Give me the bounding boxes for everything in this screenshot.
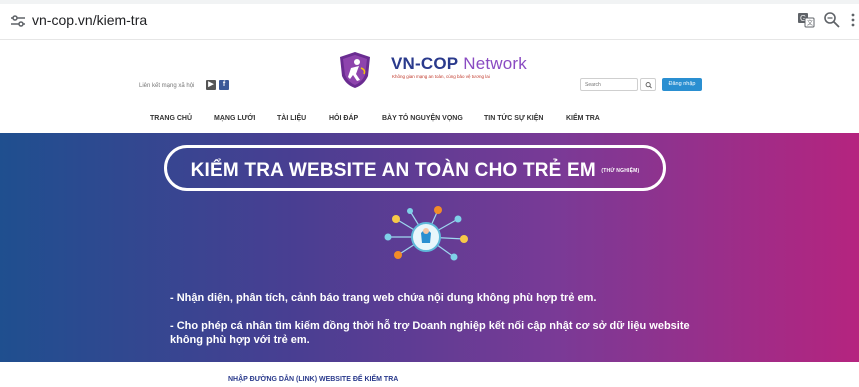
nav-item-news[interactable]: TIN TỨC SỰ KIỆN xyxy=(484,115,543,122)
translate-icon[interactable]: G 文 xyxy=(797,11,815,29)
search-icon xyxy=(645,82,652,89)
site-header: Liên kết mạng xã hội ▶ f VN-COP Network … xyxy=(0,40,859,138)
youtube-icon[interactable]: ▶ xyxy=(206,80,216,90)
nav-item-documents[interactable]: TÀI LIỆU xyxy=(277,115,306,122)
zoom-icon[interactable] xyxy=(823,11,841,29)
nav-item-check[interactable]: KIỂM TRA xyxy=(566,115,600,122)
check-url-label: NHẬP ĐƯỜNG DẪN (LINK) WEBSITE ĐỂ KIỂM TR… xyxy=(228,376,399,383)
hero-title-note: (THỬ NGHIỆM) xyxy=(601,167,640,174)
browser-address-bar: vn-cop.vn/kiem-tra G 文 xyxy=(0,0,859,40)
nav-item-network[interactable]: MẠNG LƯỚI xyxy=(214,115,255,122)
url-field[interactable]: vn-cop.vn/kiem-tra xyxy=(32,12,147,28)
brand-name-main: VN-COP xyxy=(391,54,459,73)
brand-tagline: Không gian mạng an toàn, cùng bảo vệ tươ… xyxy=(392,74,490,79)
tune-icon[interactable] xyxy=(10,14,26,28)
browser-top-strip xyxy=(0,0,859,4)
more-icon[interactable] xyxy=(850,11,856,29)
social-label: Liên kết mạng xã hội xyxy=(139,83,195,89)
svg-text:文: 文 xyxy=(807,19,813,27)
search-button[interactable] xyxy=(640,78,656,91)
hero-title: KIỂM TRA WEBSITE AN TOÀN CHO TRẺ EM (THỬ… xyxy=(167,160,663,182)
brand-name-suffix: Network xyxy=(458,54,527,73)
hero-bullet-2: - Cho phép cá nhân tìm kiếm đồng thời hỗ… xyxy=(170,320,690,346)
network-illustration-icon xyxy=(384,206,468,261)
nav-item-faq[interactable]: HỎI ĐÁP xyxy=(329,115,358,122)
search-input[interactable] xyxy=(580,78,638,91)
nav-item-home[interactable]: TRANG CHỦ xyxy=(150,115,192,122)
hero-bullet-1: - Nhận diện, phân tích, cảnh báo trang w… xyxy=(170,292,597,304)
logo-emblem-icon[interactable] xyxy=(337,50,373,90)
main-nav: TRANG CHỦ MẠNG LƯỚI TÀI LIỆU HỎI ĐÁP BÀY… xyxy=(0,110,859,130)
hero-title-box: KIỂM TRA WEBSITE AN TOÀN CHO TRẺ EM (THỬ… xyxy=(164,145,666,191)
facebook-icon[interactable]: f xyxy=(219,80,229,90)
login-button[interactable]: Đăng nhập xyxy=(662,78,702,91)
hero-banner: KIỂM TRA WEBSITE AN TOÀN CHO TRẺ EM (THỬ… xyxy=(0,133,859,362)
brand-name: VN-COP Network xyxy=(391,54,527,74)
nav-item-feedback[interactable]: BÀY TỎ NGUYỆN VỌNG xyxy=(382,115,463,122)
hero-title-text: KIỂM TRA WEBSITE AN TOÀN CHO TRẺ EM xyxy=(190,160,596,181)
